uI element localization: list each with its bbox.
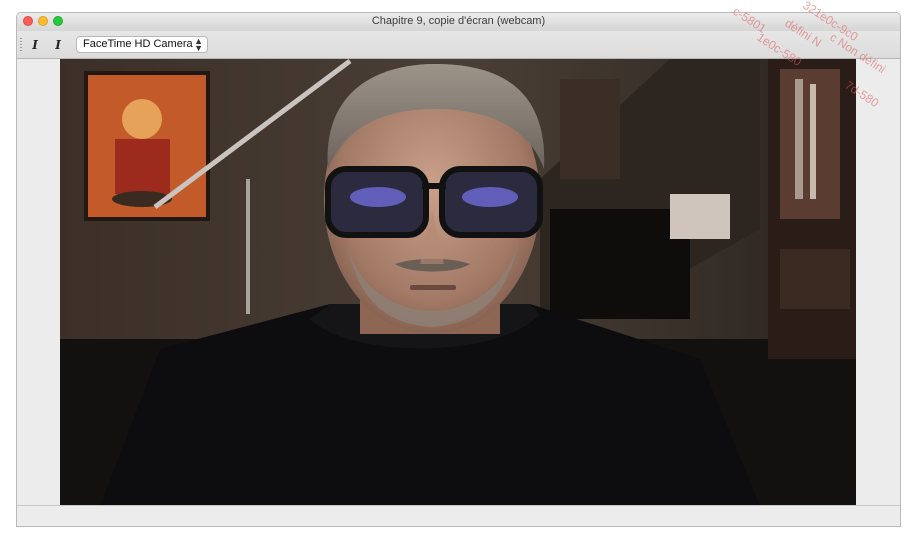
webcam-preview bbox=[60, 59, 856, 506]
webcam-image bbox=[60, 59, 856, 506]
camera-select-value: FaceTime HD Camera bbox=[83, 38, 193, 50]
toolbar-grip[interactable] bbox=[20, 38, 22, 52]
window-title: Chapitre 9, copie d'écran (webcam) bbox=[371, 15, 546, 27]
camera-select[interactable]: FaceTime HD Camera ▲ ▼ bbox=[76, 36, 208, 53]
chevron-updown-icon: ▲ ▼ bbox=[194, 36, 203, 53]
status-bar bbox=[17, 505, 900, 526]
title-bar[interactable]: Chapitre 9, copie d'écran (webcam) bbox=[17, 13, 900, 32]
toolbar: 𝑰 𝑰 FaceTime HD Camera ▲ ▼ bbox=[17, 31, 900, 59]
app-window: Chapitre 9, copie d'écran (webcam) 𝑰 𝑰 F… bbox=[16, 12, 901, 527]
toolbar-tool-button-1[interactable]: 𝑰 bbox=[28, 37, 42, 53]
toolbar-tool-button-2[interactable]: 𝑰 bbox=[51, 37, 65, 53]
